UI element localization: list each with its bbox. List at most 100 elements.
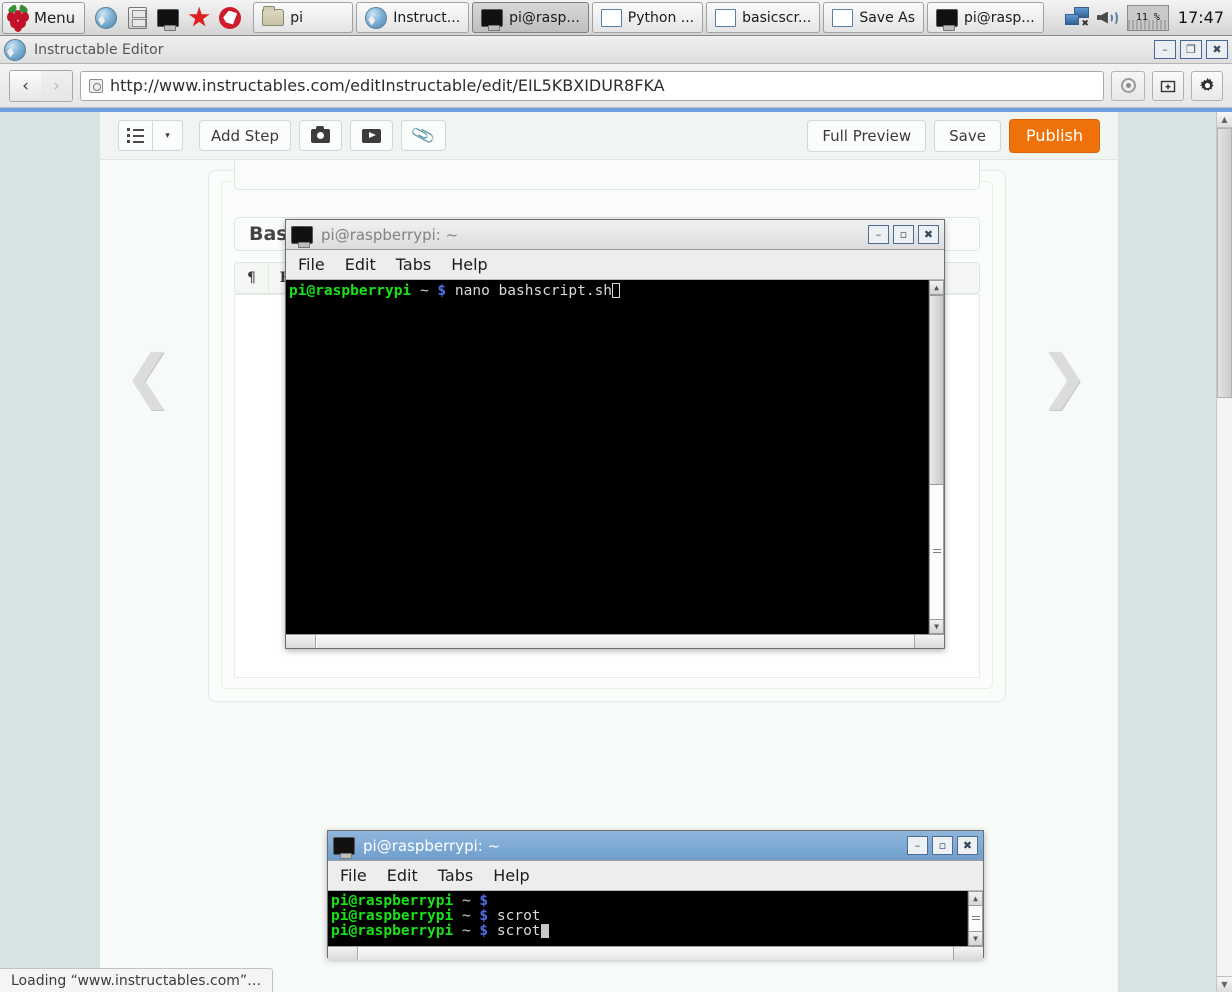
prompt-user: pi@raspberrypi [331, 923, 454, 939]
terminal-vertical-scrollbar[interactable]: ▲ ▼ [928, 280, 944, 634]
stop-reload-button[interactable] [1111, 70, 1145, 101]
taskbar: Menu pi Instruct... pi@rasp... Python ..… [0, 0, 1232, 36]
menu-help[interactable]: Help [493, 866, 529, 885]
hscroll-left-arrow[interactable] [286, 635, 316, 648]
terminal-launcher[interactable] [153, 3, 183, 33]
terminal-window-scrot[interactable]: pi@raspberrypi: ~ – ▫ ✖ File Edit Tabs H… [327, 830, 984, 960]
add-step-button[interactable]: Add Step [199, 120, 291, 151]
terminal-title-text: pi@raspberrypi: ~ [321, 225, 459, 244]
scroll-up-arrow[interactable]: ▲ [1217, 112, 1232, 128]
terminal-minimize-button[interactable]: – [907, 836, 928, 855]
terminal-title-text: pi@raspberrypi: ~ [363, 836, 501, 855]
terminal-scrollbar-track[interactable] [929, 485, 944, 619]
back-button[interactable]: ‹ [10, 70, 41, 101]
new-tab-button[interactable] [1152, 70, 1184, 101]
terminal-scrollbar-track[interactable] [968, 906, 983, 931]
terminal-scroll-down-arrow[interactable]: ▼ [929, 619, 944, 634]
terminal-screen[interactable]: pi@raspberrypi ~ $ pi@raspberrypi ~ $ sc… [328, 891, 983, 946]
scrollbar-thumb[interactable] [1217, 128, 1232, 398]
taskbar-window-terminal-1[interactable]: pi@rasp... [472, 2, 589, 33]
taskbar-window-save-as[interactable]: Save As [823, 2, 924, 33]
terminal-scroll-up-arrow[interactable]: ▲ [929, 280, 944, 295]
restore-button[interactable]: ❐ [1180, 40, 1202, 59]
menu-tabs[interactable]: Tabs [396, 255, 431, 274]
taskbar-window-python[interactable]: Python ... [591, 2, 704, 33]
clock[interactable]: 17:47 [1176, 8, 1224, 27]
speaker-icon[interactable] [1096, 8, 1120, 28]
scroll-down-arrow[interactable]: ▼ [1217, 976, 1232, 992]
web-browser-launcher[interactable] [91, 3, 121, 33]
scrollbar-track[interactable] [1217, 398, 1232, 976]
terminal-scroll-down-arrow[interactable]: ▼ [968, 931, 983, 946]
bullet-list-icon [127, 128, 144, 143]
terminal-vertical-scrollbar[interactable]: ▲ ▼ [967, 891, 983, 946]
steps-dropdown-button[interactable]: ▾ [152, 120, 183, 151]
hscrollbar-thumb[interactable] [358, 947, 953, 960]
menu-help[interactable]: Help [451, 255, 487, 274]
terminal-maximize-button[interactable]: ▫ [932, 836, 953, 855]
mathematica-launcher[interactable] [184, 3, 214, 33]
browser-navbar: ‹ › http://www.instructables.com/editIns… [0, 64, 1232, 108]
taskbar-window-terminal-2[interactable]: pi@rasp... [927, 2, 1044, 33]
terminal-maximize-button[interactable]: ▫ [893, 225, 914, 244]
step-intro-field[interactable] [234, 160, 980, 190]
terminal-scroll-up-arrow[interactable]: ▲ [968, 891, 983, 906]
address-bar[interactable]: http://www.instructables.com/editInstruc… [80, 70, 1104, 101]
network-disconnected-icon[interactable]: ✖ [1064, 6, 1089, 29]
cpu-monitor[interactable]: 11 % [1126, 4, 1169, 31]
menu-edit[interactable]: Edit [345, 255, 376, 274]
terminal-titlebar[interactable]: pi@raspberrypi: ~ – ▫ ✖ [328, 831, 983, 861]
red-circle-fox-icon [219, 6, 242, 29]
menu-file[interactable]: File [340, 866, 367, 885]
taskbar-window-basicscript[interactable]: basicscr... [706, 2, 821, 33]
hscroll-right-arrow[interactable] [914, 635, 944, 648]
forward-button[interactable]: › [41, 70, 72, 101]
minimize-button[interactable]: – [1154, 40, 1176, 59]
menu-file[interactable]: File [298, 255, 325, 274]
terminal-horizontal-scrollbar[interactable] [328, 946, 983, 960]
terminal-minimize-button[interactable]: – [868, 225, 889, 244]
steps-list-button[interactable] [118, 120, 152, 151]
browser-window-title: Instructable Editor [34, 41, 164, 58]
taskbar-window-label: Instruct... [393, 9, 461, 26]
menu-edit[interactable]: Edit [387, 866, 418, 885]
system-tray: ✖ 11 % 17:47 [1064, 4, 1232, 31]
prompt-path: ~ [419, 283, 429, 299]
quick-launch-bar [91, 3, 245, 33]
paragraph-format-button[interactable]: ¶ [235, 263, 269, 293]
file-manager-launcher[interactable] [122, 3, 152, 33]
terminal-scrollbar-thumb[interactable] [929, 295, 944, 485]
terminal-menubar: File Edit Tabs Help [286, 250, 944, 280]
hscroll-left-arrow[interactable] [328, 947, 358, 960]
taskbar-window-label: pi@rasp... [964, 9, 1035, 26]
prompt-symbol: $ [479, 893, 489, 909]
hscroll-right-arrow[interactable] [953, 947, 983, 960]
add-video-button[interactable] [349, 120, 393, 151]
terminal-screen[interactable]: pi@raspberrypi ~ $ nano bashscript.sh ▲ … [286, 280, 944, 634]
terminal-icon [291, 225, 313, 248]
previous-step-arrow[interactable]: ❮ [124, 342, 173, 410]
next-step-arrow[interactable]: ❯ [1039, 342, 1088, 410]
hscrollbar-thumb[interactable] [316, 635, 914, 648]
terminal-close-button[interactable]: ✖ [918, 225, 939, 244]
wolfram-launcher[interactable] [215, 3, 245, 33]
full-preview-button[interactable]: Full Preview [807, 119, 927, 152]
close-button[interactable]: ✖ [1206, 40, 1228, 59]
terminal-titlebar[interactable]: pi@raspberrypi: ~ – ▫ ✖ [286, 220, 944, 250]
terminal-window-nano[interactable]: pi@raspberrypi: ~ – ▫ ✖ File Edit Tabs H… [285, 219, 945, 649]
add-photo-button[interactable] [298, 120, 342, 151]
save-button[interactable]: Save [934, 119, 1001, 152]
terminal-icon [936, 8, 958, 31]
taskbar-window-instructables[interactable]: Instruct... [356, 2, 470, 33]
publish-button[interactable]: Publish [1008, 118, 1100, 153]
menu-tabs[interactable]: Tabs [438, 866, 473, 885]
terminal-line: pi@raspberrypi ~ $ [331, 894, 983, 909]
terminal-horizontal-scrollbar[interactable] [286, 634, 944, 648]
add-attachment-button[interactable]: 📎 [400, 120, 447, 151]
taskbar-window-pi[interactable]: pi [253, 2, 354, 33]
start-menu-button[interactable]: Menu [2, 1, 86, 34]
terminal-close-button[interactable]: ✖ [957, 836, 978, 855]
stop-reload-icon [1120, 78, 1136, 93]
page-vertical-scrollbar[interactable]: ▲ ▼ [1216, 112, 1232, 992]
settings-button[interactable] [1191, 70, 1223, 101]
